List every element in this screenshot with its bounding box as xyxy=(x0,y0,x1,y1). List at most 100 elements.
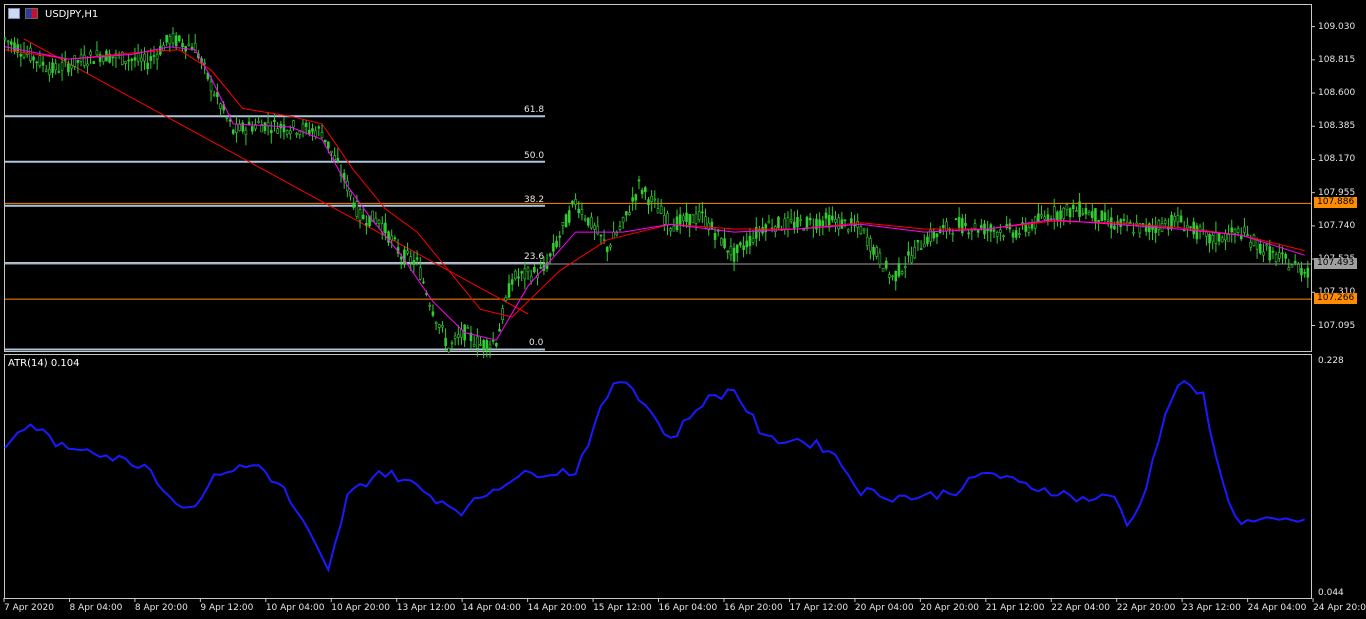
candle-body xyxy=(1255,239,1259,250)
candle-body xyxy=(133,57,137,61)
candle-body xyxy=(95,50,99,56)
candle-body xyxy=(54,63,58,71)
candle-body xyxy=(1220,237,1224,243)
candle-body xyxy=(631,197,634,202)
candle-body xyxy=(672,225,676,232)
price-axis-label: 107.095 xyxy=(1318,320,1356,331)
candle-body xyxy=(621,217,625,223)
price-tag: 107.886 xyxy=(1314,197,1358,209)
candle-body xyxy=(1024,223,1028,232)
candle-body xyxy=(320,132,324,139)
candle-body xyxy=(634,194,638,201)
candle-body xyxy=(926,236,929,244)
candle-body xyxy=(843,219,847,222)
candle-body xyxy=(539,266,543,269)
candle-body xyxy=(834,219,837,223)
candle-body xyxy=(311,128,314,132)
candle-body xyxy=(799,219,802,222)
candle-body xyxy=(282,124,286,133)
candle-body xyxy=(1090,211,1094,218)
ma-slow-line xyxy=(4,49,1305,318)
candle-body xyxy=(231,129,235,134)
candle-body xyxy=(888,274,891,278)
candle-body xyxy=(263,122,267,132)
candle-body xyxy=(704,216,707,228)
candle-body xyxy=(308,130,311,134)
candle-body xyxy=(1290,264,1294,268)
candle-body xyxy=(555,240,558,247)
chart-svg[interactable] xyxy=(0,0,1366,619)
candle-body xyxy=(1224,233,1227,241)
candle-body xyxy=(980,225,983,229)
candle-body xyxy=(602,239,606,241)
candle-body xyxy=(1081,213,1085,215)
candle-body xyxy=(1065,204,1069,210)
candle-body xyxy=(228,119,232,122)
candle-body xyxy=(384,222,387,234)
candle-body xyxy=(514,270,517,280)
candle-body xyxy=(818,219,821,227)
candle-body xyxy=(127,59,130,62)
candle-body xyxy=(479,343,482,346)
candle-body xyxy=(1043,216,1047,220)
time-axis-label: 17 Apr 12:00 xyxy=(789,603,849,613)
candle-body xyxy=(235,123,238,133)
candle-body xyxy=(1293,261,1297,264)
candle-body xyxy=(1195,225,1199,240)
candle-body xyxy=(374,217,378,224)
price-axis-label: 108.600 xyxy=(1318,88,1356,99)
candle-body xyxy=(865,236,869,246)
candle-body xyxy=(529,275,533,282)
candle-body xyxy=(10,41,13,45)
candle-body xyxy=(1278,252,1281,259)
candle-body xyxy=(824,212,828,219)
fib-trendline xyxy=(23,38,529,315)
candle-body xyxy=(913,246,917,259)
chart-window[interactable]: USDJPY,H1 ATR(14) 0.104 109.030 108.815 10… xyxy=(0,0,1366,619)
candle-body xyxy=(970,229,974,232)
candle-body xyxy=(875,246,879,257)
candle-body xyxy=(288,130,292,135)
candle-body xyxy=(644,187,647,193)
candle-body xyxy=(675,216,679,231)
fib-level-label: 50.0 xyxy=(524,150,545,161)
candle-body xyxy=(767,220,771,224)
candle-body xyxy=(146,62,149,70)
candle-body xyxy=(1265,244,1268,247)
candle-body xyxy=(412,260,416,265)
candle-body xyxy=(663,215,666,225)
candle-body xyxy=(777,216,780,228)
candle-body xyxy=(957,217,961,228)
candle-body xyxy=(694,213,698,224)
candle-body xyxy=(393,237,397,240)
candle-body xyxy=(333,155,336,161)
candle-body xyxy=(437,324,441,328)
candle-body xyxy=(441,325,444,328)
candle-body xyxy=(1052,206,1056,220)
candle-body xyxy=(805,216,809,229)
candle-body xyxy=(1189,226,1192,228)
candle-body xyxy=(682,215,685,221)
fib-level-label: 61.8 xyxy=(524,105,545,116)
time-axis-label: 20 Apr 20:00 xyxy=(920,603,980,613)
candle-body xyxy=(1078,201,1081,217)
candle-body xyxy=(650,195,653,202)
candle-body xyxy=(846,229,850,232)
candle-body xyxy=(1018,233,1021,236)
candle-body xyxy=(6,40,10,43)
candle-body xyxy=(355,201,359,217)
candle-body xyxy=(403,249,406,265)
candle-body xyxy=(171,33,175,44)
fib-level-label: 38.2 xyxy=(524,194,545,205)
atr-axis-label: 0.228 xyxy=(1318,356,1344,366)
candle-body xyxy=(298,130,302,135)
candle-body xyxy=(878,252,882,265)
candle-body xyxy=(159,46,162,55)
candle-body xyxy=(1011,232,1015,238)
candle-body xyxy=(609,244,612,248)
candle-body xyxy=(751,238,755,243)
candle-body xyxy=(1129,222,1132,224)
candle-body xyxy=(181,42,184,47)
candle-body xyxy=(1230,227,1234,233)
candle-body xyxy=(178,35,181,42)
